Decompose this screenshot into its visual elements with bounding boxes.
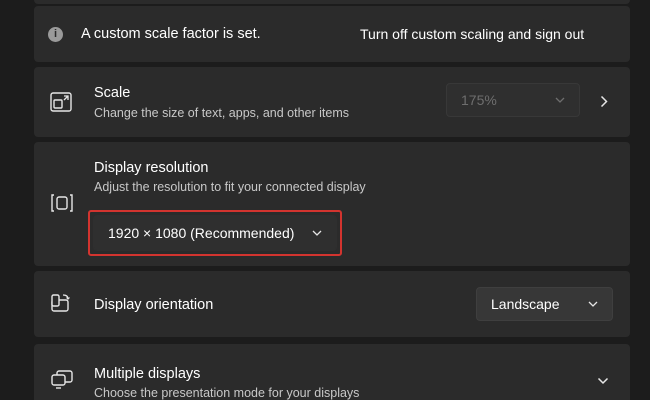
display-orientation-setting: Display orientation Landscape — [34, 271, 630, 337]
scale-title: Scale — [94, 85, 131, 101]
custom-scale-notice: i A custom scale factor is set. Turn off… — [34, 6, 630, 62]
notice-text: A custom scale factor is set. — [81, 26, 261, 42]
chevron-down-icon[interactable] — [597, 377, 609, 385]
orientation-icon — [51, 294, 70, 312]
orientation-dropdown[interactable]: Landscape — [476, 287, 613, 321]
resolution-title: Display resolution — [94, 160, 209, 176]
orientation-value: Landscape — [491, 296, 560, 312]
scale-value: 175% — [461, 92, 497, 108]
display-resolution-setting: Display resolution Adjust the resolution… — [34, 142, 630, 266]
resolution-subtitle: Adjust the resolution to fit your connec… — [94, 180, 366, 194]
chevron-right-icon[interactable] — [600, 95, 608, 108]
multiple-displays-title: Multiple displays — [94, 366, 201, 382]
turn-off-scaling-link[interactable]: Turn off custom scaling and sign out — [360, 26, 584, 42]
multiple-displays-subtitle: Choose the presentation mode for your di… — [94, 386, 360, 400]
resolution-value: 1920 × 1080 (Recommended) — [108, 225, 295, 241]
chevron-down-icon — [588, 301, 598, 307]
scale-setting: Scale Change the size of text, apps, and… — [34, 67, 630, 137]
previous-card-edge — [34, 0, 630, 4]
resolution-icon — [51, 194, 73, 212]
resolution-dropdown[interactable]: 1920 × 1080 (Recommended) — [93, 215, 337, 251]
scale-icon — [50, 92, 72, 112]
info-icon: i — [48, 27, 63, 42]
multiple-displays-icon — [51, 370, 73, 389]
multiple-displays-setting[interactable]: Multiple displays Choose the presentatio… — [34, 344, 630, 400]
chevron-down-icon — [312, 230, 322, 236]
scale-subtitle: Change the size of text, apps, and other… — [94, 106, 350, 120]
chevron-down-icon — [555, 97, 565, 103]
orientation-title: Display orientation — [94, 297, 214, 313]
scale-dropdown[interactable]: 175% — [446, 83, 580, 117]
